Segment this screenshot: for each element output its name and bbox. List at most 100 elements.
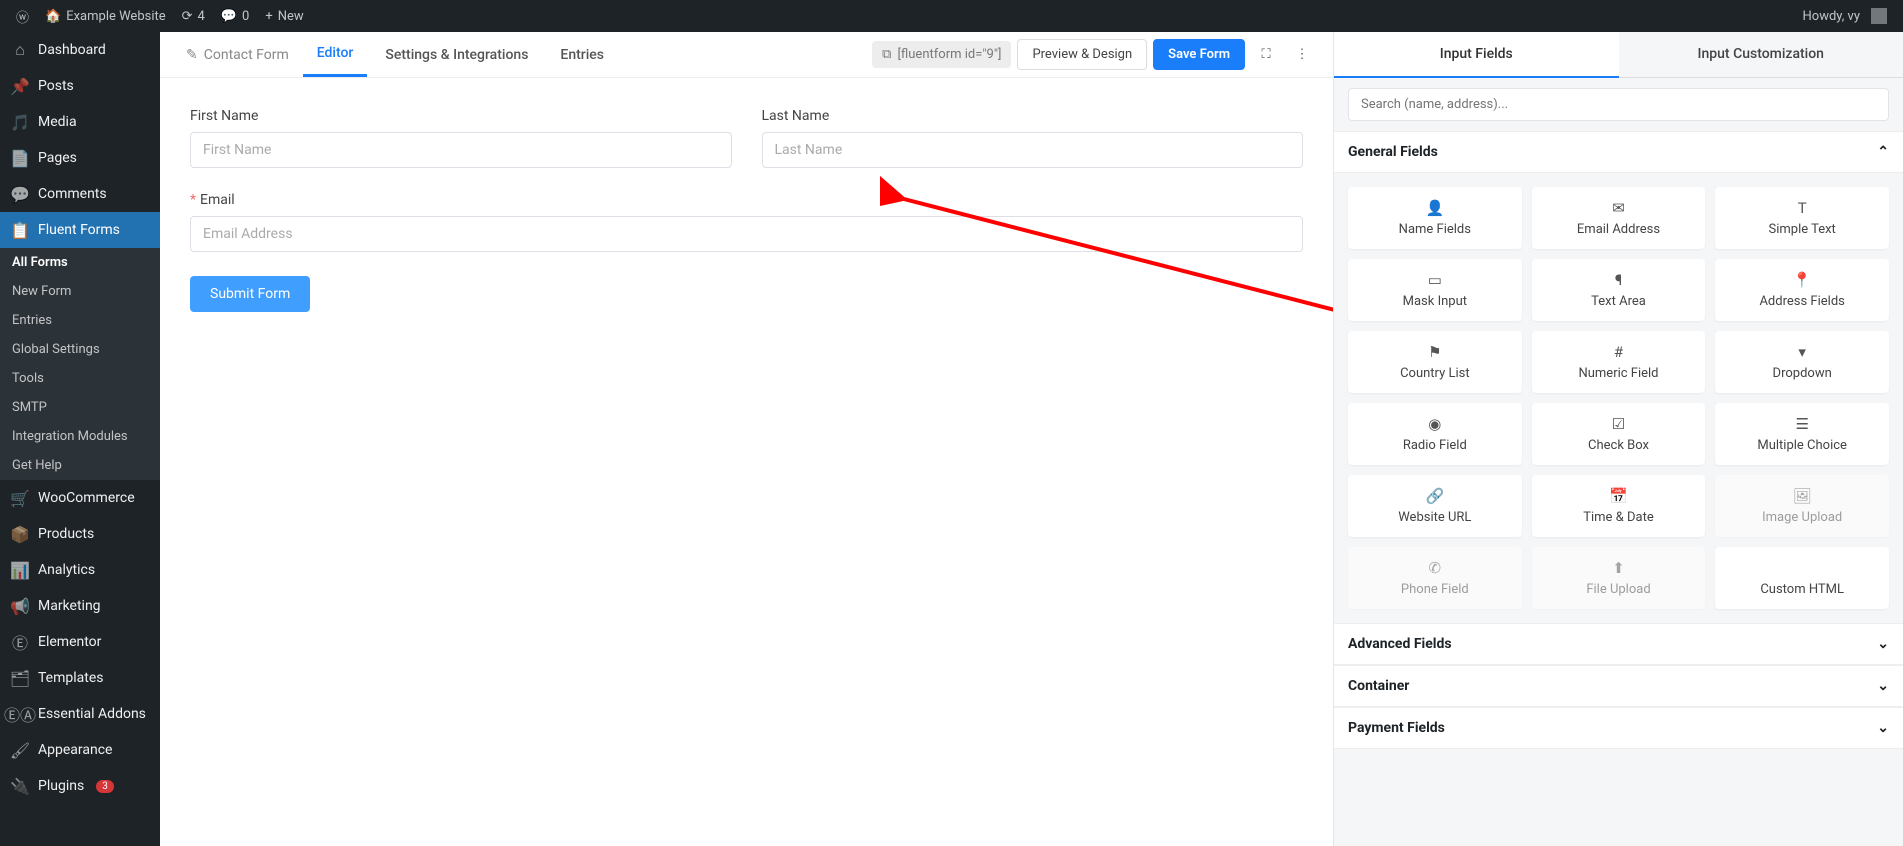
field-search-input[interactable] bbox=[1348, 88, 1889, 121]
card-label: Radio Field bbox=[1403, 438, 1467, 453]
submenu-item-all-forms[interactable]: All Forms bbox=[0, 248, 160, 277]
sidebar-item-label: Pages bbox=[38, 150, 77, 166]
section-general-fields[interactable]: General Fields⌃ bbox=[1334, 131, 1903, 173]
tab-entries[interactable]: Entries bbox=[546, 32, 618, 77]
field-card-time-&-date[interactable]: 📅Time & Date bbox=[1532, 475, 1706, 537]
card-label: Phone Field bbox=[1401, 582, 1469, 597]
submenu-item-smtp[interactable]: SMTP bbox=[0, 393, 160, 422]
email-input[interactable] bbox=[190, 216, 1303, 252]
sidebar-item-woocommerce[interactable]: 🛒WooCommerce bbox=[0, 480, 160, 516]
field-card-name-fields[interactable]: 👤Name Fields bbox=[1348, 187, 1522, 249]
sidebar-item-plugins[interactable]: 🔌Plugins3 bbox=[0, 768, 160, 804]
section-payment-fields[interactable]: Payment Fields⌄ bbox=[1334, 707, 1903, 749]
card-label: Country List bbox=[1400, 366, 1470, 381]
form-icon: 📋 bbox=[10, 220, 30, 240]
field-card-custom-html[interactable]: Custom HTML bbox=[1715, 547, 1889, 609]
wp-logo[interactable]: ⓦ bbox=[8, 0, 37, 32]
card-icon: ◉ bbox=[1356, 415, 1514, 433]
avatar bbox=[1871, 8, 1887, 24]
field-card-file-upload[interactable]: ⬆ File Upload bbox=[1532, 547, 1706, 609]
sidebar-item-label: Elementor bbox=[38, 634, 101, 650]
card-label: Time & Date bbox=[1583, 510, 1654, 525]
card-label: Mask Input bbox=[1403, 294, 1467, 309]
field-card-text-area[interactable]: ¶Text Area bbox=[1532, 259, 1706, 321]
section-container[interactable]: Container⌄ bbox=[1334, 665, 1903, 707]
submit-button[interactable]: Submit Form bbox=[190, 276, 310, 312]
more-icon[interactable]: ⋮ bbox=[1287, 40, 1317, 70]
updates-link[interactable]: ⟳4 bbox=[174, 0, 213, 32]
sidebar-item-label: Fluent Forms bbox=[38, 222, 120, 238]
card-label: Name Fields bbox=[1399, 222, 1471, 237]
field-card-website-url[interactable]: 🔗Website URL bbox=[1348, 475, 1522, 537]
submenu-item-integration-modules[interactable]: Integration Modules bbox=[0, 422, 160, 451]
sidebar-item-comments[interactable]: 💬Comments bbox=[0, 176, 160, 212]
comments-link[interactable]: 💬0 bbox=[213, 0, 258, 32]
sidebar-item-templates[interactable]: 🗂Templates bbox=[0, 660, 160, 696]
new-content-link[interactable]: +New bbox=[257, 0, 311, 32]
save-button[interactable]: Save Form bbox=[1153, 39, 1245, 70]
sidebar-item-fluent-forms[interactable]: 📋 Fluent Forms bbox=[0, 212, 160, 248]
fullscreen-icon[interactable]: ⛶ bbox=[1251, 40, 1281, 70]
field-card-phone-field[interactable]: ✆Phone Field bbox=[1348, 547, 1522, 609]
sidebar-item-label: Plugins bbox=[38, 778, 84, 794]
field-card-country-list[interactable]: ⚑ Country List bbox=[1348, 331, 1522, 393]
field-card-simple-text[interactable]: TSimple Text bbox=[1715, 187, 1889, 249]
form-name-label: Contact Form bbox=[204, 47, 289, 63]
field-card-dropdown[interactable]: ▾Dropdown bbox=[1715, 331, 1889, 393]
tab-input-fields[interactable]: Input Fields bbox=[1334, 32, 1619, 78]
sidebar-item-appearance[interactable]: 🖌Appearance bbox=[0, 732, 160, 768]
field-card-radio-field[interactable]: ◉ Radio Field bbox=[1348, 403, 1522, 465]
right-panel: Input Fields Input Customization General… bbox=[1333, 32, 1903, 846]
submenu-item-get-help[interactable]: Get Help bbox=[0, 451, 160, 480]
field-card-address-fields[interactable]: 📍Address Fields bbox=[1715, 259, 1889, 321]
submenu-item-entries[interactable]: Entries bbox=[0, 306, 160, 335]
submenu-item-new-form[interactable]: New Form bbox=[0, 277, 160, 306]
account-link[interactable]: Howdy, vy bbox=[1795, 0, 1896, 32]
chevron-down-icon: ⌄ bbox=[1877, 636, 1889, 652]
field-card-check-box[interactable]: ☑Check Box bbox=[1532, 403, 1706, 465]
home-icon: 🏠 bbox=[45, 9, 61, 24]
wp-admin-bar: ⓦ 🏠 Example Website ⟳4 💬0 +New Howdy, vy bbox=[0, 0, 1903, 32]
tab-editor[interactable]: Editor bbox=[303, 32, 368, 77]
woo-icon: 🛒 bbox=[10, 488, 30, 508]
sidebar-item-posts[interactable]: 📌Posts bbox=[0, 68, 160, 104]
form-name[interactable]: ✎Contact Form bbox=[176, 47, 299, 63]
shortcode-box[interactable]: ⧉[fluentform id="9"] bbox=[872, 41, 1011, 68]
field-card-image-upload[interactable]: 🖼 Image Upload bbox=[1715, 475, 1889, 537]
card-icon: ⬆ bbox=[1540, 559, 1698, 577]
last-name-input[interactable] bbox=[762, 132, 1304, 168]
sidebar-item-dashboard[interactable]: ⌂Dashboard bbox=[0, 32, 160, 68]
preview-button[interactable]: Preview & Design bbox=[1017, 39, 1147, 70]
field-card-email-address[interactable]: ✉Email Address bbox=[1532, 187, 1706, 249]
copy-icon: ⧉ bbox=[882, 47, 891, 62]
sidebar-item-analytics[interactable]: 📊Analytics bbox=[0, 552, 160, 588]
section-advanced-fields[interactable]: Advanced Fields⌄ bbox=[1334, 623, 1903, 665]
card-label: File Upload bbox=[1586, 582, 1650, 597]
tab-settings[interactable]: Settings & Integrations bbox=[371, 32, 542, 77]
sidebar-item-pages[interactable]: 📄Pages bbox=[0, 140, 160, 176]
first-name-input[interactable] bbox=[190, 132, 732, 168]
card-icon: ⚑ bbox=[1356, 343, 1514, 361]
sidebar-item-essential-addons[interactable]: ⒺⒶEssential Addons bbox=[0, 696, 160, 732]
site-name-link[interactable]: 🏠 Example Website bbox=[37, 0, 174, 32]
last-name-label: Last Name bbox=[762, 108, 1304, 124]
submenu-item-tools[interactable]: Tools bbox=[0, 364, 160, 393]
sidebar-item-media[interactable]: 🎵Media bbox=[0, 104, 160, 140]
products-icon: 📦 bbox=[10, 524, 30, 544]
sidebar-item-elementor[interactable]: ⒺElementor bbox=[0, 624, 160, 660]
submenu-item-global-settings[interactable]: Global Settings bbox=[0, 335, 160, 364]
card-icon: # bbox=[1540, 343, 1698, 361]
wordpress-icon: ⓦ bbox=[16, 7, 29, 26]
sidebar-item-marketing[interactable]: 📢Marketing bbox=[0, 588, 160, 624]
site-name-label: Example Website bbox=[66, 9, 165, 24]
field-card-mask-input[interactable]: ▭ Mask Input bbox=[1348, 259, 1522, 321]
tab-input-customization[interactable]: Input Customization bbox=[1619, 32, 1903, 78]
field-card-multiple-choice[interactable]: ☰Multiple Choice bbox=[1715, 403, 1889, 465]
card-label: Image Upload bbox=[1762, 510, 1842, 525]
card-icon: 🖼 bbox=[1723, 487, 1881, 505]
sidebar-item-products[interactable]: 📦 Products bbox=[0, 516, 160, 552]
sidebar-item-label: Products bbox=[38, 526, 94, 542]
field-card-numeric-field[interactable]: #Numeric Field bbox=[1532, 331, 1706, 393]
card-icon: ▭ bbox=[1356, 271, 1514, 289]
card-label: Dropdown bbox=[1773, 366, 1832, 381]
